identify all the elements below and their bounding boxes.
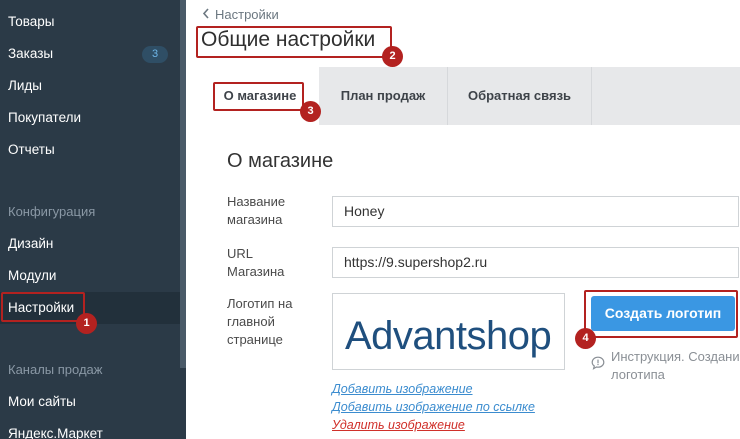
add-image-by-url-link[interactable]: Добавить изображение по ссылке xyxy=(332,400,535,414)
section-title: О магазине xyxy=(227,150,334,172)
sidebar-item-label: Лиды xyxy=(8,78,42,93)
step-marker-3: 3 xyxy=(300,101,321,122)
sidebar-item-modules[interactable]: Модули xyxy=(0,260,180,292)
delete-image-link[interactable]: Удалить изображение xyxy=(332,418,465,432)
step-marker-4: 4 xyxy=(575,328,596,349)
step-marker-1: 1 xyxy=(76,313,97,334)
sidebar-group-sales-channels: Каналы продаж xyxy=(8,362,103,377)
sidebar-item-yandex-market[interactable]: Яндекс.Маркет xyxy=(0,418,180,439)
step-marker-2: 2 xyxy=(382,46,403,67)
instruction-link[interactable]: Инструкция. Создани логотипа xyxy=(611,348,740,384)
sidebar-item-label: Настройки xyxy=(8,300,75,315)
sidebar-item-label: Заказы xyxy=(8,46,54,61)
sidebar-item-design[interactable]: Дизайн xyxy=(0,228,180,260)
orders-count-badge: 3 xyxy=(142,46,168,63)
tab-feedback[interactable]: Обратная связь xyxy=(448,67,591,125)
sidebar-item-orders[interactable]: Заказы 3 xyxy=(0,38,180,70)
tab-divider xyxy=(591,67,592,125)
create-logo-button[interactable]: Создать логотип xyxy=(591,296,735,331)
store-url-label: URL Магазина xyxy=(227,246,285,279)
sidebar-item-label: Отчеты xyxy=(8,142,55,157)
sidebar-item-label: Яндекс.Маркет xyxy=(8,426,103,439)
sidebar-item-leads[interactable]: Лиды xyxy=(0,70,180,102)
sidebar-group-configuration: Конфигурация xyxy=(8,204,96,219)
sidebar-item-label: Товары xyxy=(8,14,55,29)
logo-preview: Advantshop xyxy=(332,293,565,370)
sidebar-item-label: Дизайн xyxy=(8,236,54,251)
breadcrumb-link[interactable]: Настройки xyxy=(215,7,279,22)
sidebar-item-customers[interactable]: Покупатели xyxy=(0,102,180,134)
store-name-label: Название магазина xyxy=(227,194,286,227)
tab-sales-plan[interactable]: План продаж xyxy=(319,67,447,125)
instruction-text-line2: логотипа xyxy=(611,367,665,382)
store-url-field[interactable]: https://9.supershop2.ru xyxy=(332,247,739,278)
sidebar-item-my-sites[interactable]: Мои сайты xyxy=(0,386,180,418)
tab-bar: О магазине План продаж Обратная связь xyxy=(201,67,740,125)
store-name-field[interactable]: Honey xyxy=(332,196,739,227)
main-content: Настройки Общие настройки О магазине Пла… xyxy=(186,0,740,439)
chevron-left-icon xyxy=(202,6,210,22)
sidebar-item-products[interactable]: Товары xyxy=(0,6,180,38)
logo-label: Логотип на главной странице xyxy=(227,296,293,347)
page-title: Общие настройки xyxy=(201,28,376,51)
instruction-text-line1: Инструкция. Создани xyxy=(611,349,740,364)
sidebar-item-label: Мои сайты xyxy=(8,394,76,409)
sidebar-item-label: Модули xyxy=(8,268,57,283)
help-bubble-icon[interactable] xyxy=(591,356,605,370)
logo-image-text: Advantshop xyxy=(345,314,552,358)
sidebar-item-label: Покупатели xyxy=(8,110,82,125)
sidebar-item-reports[interactable]: Отчеты xyxy=(0,134,180,166)
sidebar: Товары Заказы 3 Лиды Покупатели Отчеты К… xyxy=(0,0,186,439)
add-image-link[interactable]: Добавить изображение xyxy=(332,382,473,396)
breadcrumb[interactable]: Настройки xyxy=(202,6,279,22)
